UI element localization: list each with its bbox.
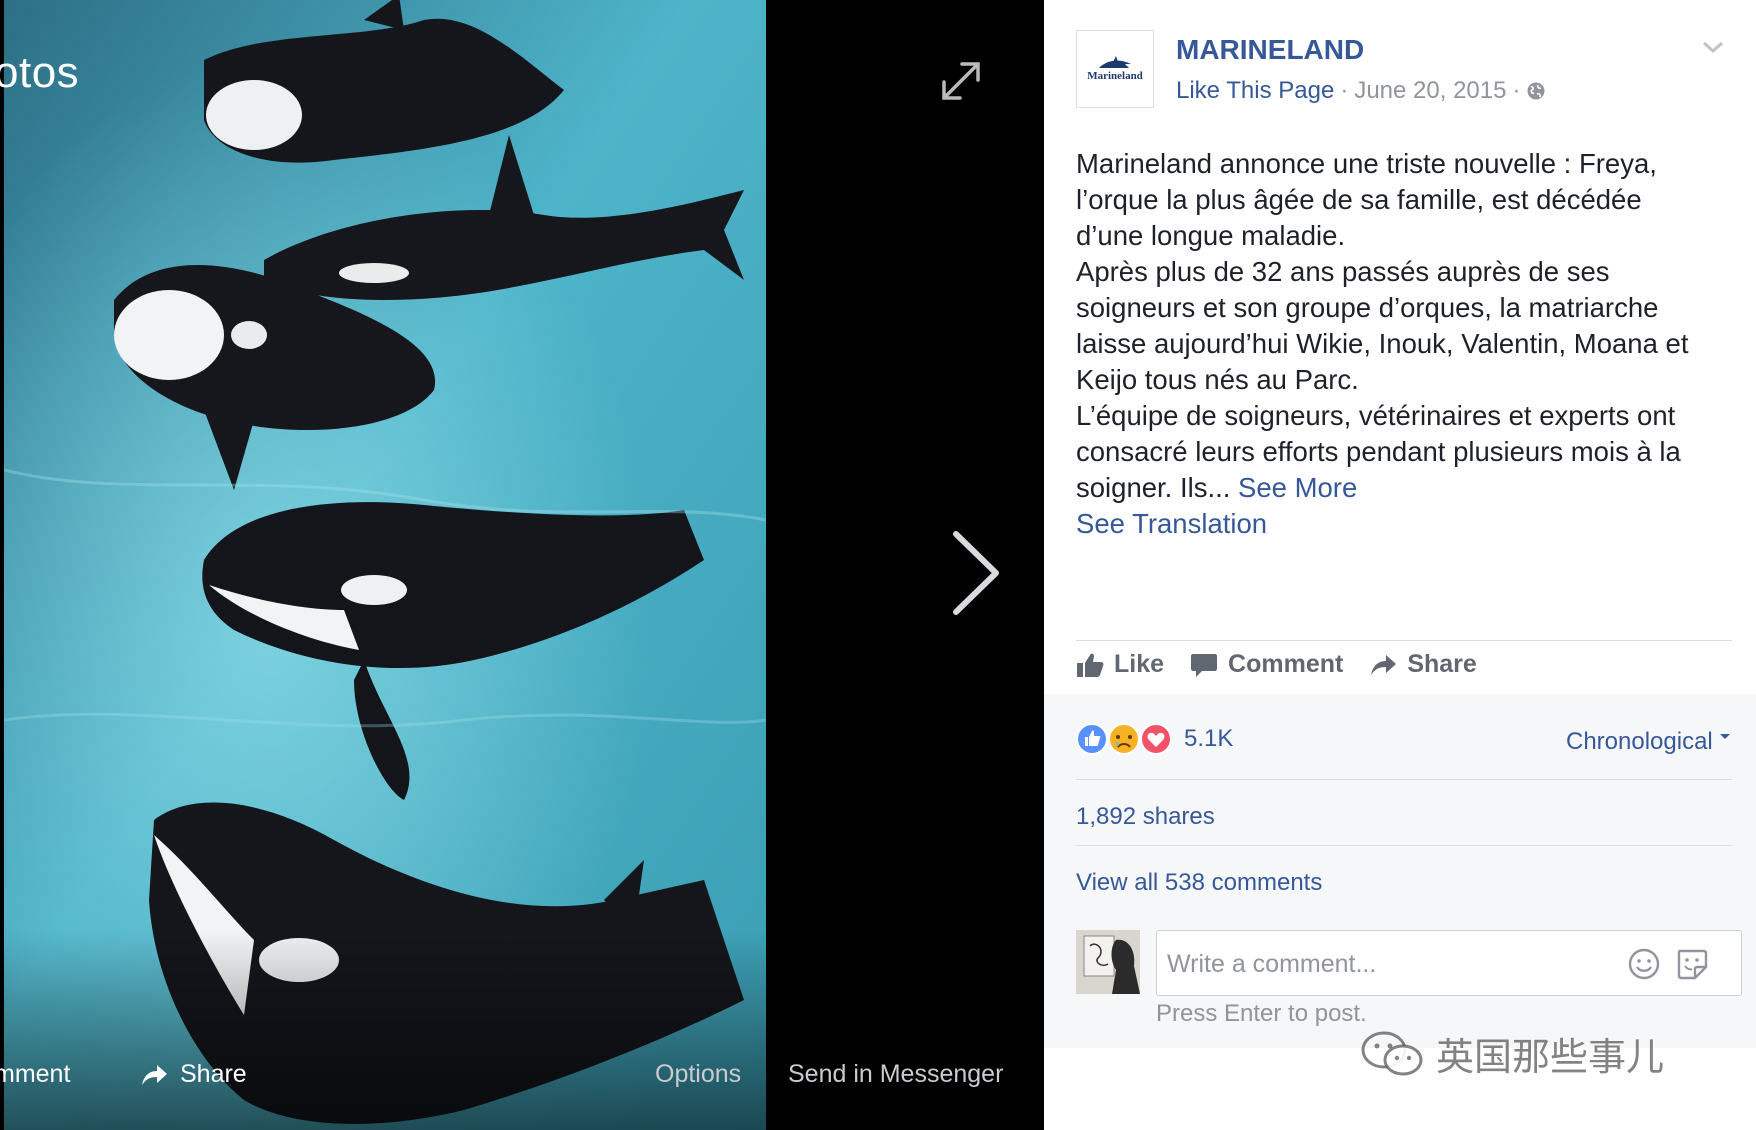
reaction-count[interactable]: 5.1K (1184, 725, 1233, 753)
next-photo-arrow-icon[interactable] (950, 530, 1002, 616)
comment-sort-label: Chronological (1566, 728, 1713, 755)
viewer-share-button[interactable]: Share (140, 1060, 247, 1089)
comment-sort-dropdown[interactable]: Chronological (1566, 728, 1731, 756)
shares-count-link[interactable]: 1,892 shares (1076, 803, 1215, 831)
like-this-page-link[interactable]: Like This Page (1176, 77, 1334, 105)
post-text-line: Keijo tous nés au Parc. (1076, 364, 1359, 395)
viewer-share-label: Share (180, 1060, 247, 1088)
post-text-line: Après plus de 32 ans passés auprès de se… (1076, 256, 1610, 287)
like-label: Like (1114, 650, 1165, 678)
wechat-watermark: 英国那些事儿 (1360, 1026, 1664, 1081)
reaction-icons (1076, 723, 1172, 755)
viewer-title: otos (0, 48, 80, 97)
caret-down-icon (1720, 734, 1731, 739)
shares-divider (1076, 845, 1732, 846)
chevron-down-icon[interactable] (1700, 38, 1726, 56)
page-name[interactable]: MARINELAND (1176, 34, 1364, 66)
comment-box (1156, 930, 1742, 997)
post-date[interactable]: June 20, 2015 (1354, 77, 1506, 105)
meta-separator-2: · (1512, 77, 1521, 104)
share-button[interactable]: Share (1369, 650, 1477, 679)
reactions-summary[interactable]: 5.1K (1076, 722, 1233, 756)
see-translation-link[interactable]: See Translation (1076, 508, 1267, 539)
post-text-line: Marineland annonce une triste nouvelle :… (1076, 148, 1657, 179)
emoji-icon[interactable] (1627, 947, 1661, 981)
viewer-comment-button[interactable]: mment (0, 1060, 70, 1089)
post-text: Marineland annonce une triste nouvelle :… (1076, 146, 1726, 542)
post-text-line: laisse aujourd’hui Wikie, Inouk, Valenti… (1076, 328, 1689, 359)
viewer-options-button[interactable]: Options (655, 1060, 741, 1089)
sticker-icon[interactable] (1675, 947, 1709, 981)
send-in-messenger-button[interactable]: Send in Messenger (788, 1060, 1003, 1089)
post-meta: Like This Page · June 20, 2015 · (1176, 77, 1546, 105)
post-text-line: L’équipe de soigneurs, vétérinaires et e… (1076, 400, 1676, 431)
comment-button[interactable]: Comment (1190, 650, 1343, 679)
actions-top-divider (1076, 640, 1732, 641)
page-avatar[interactable]: Marineland (1076, 30, 1154, 108)
meta-separator: · (1340, 77, 1349, 104)
see-more-link[interactable]: See More (1238, 472, 1357, 503)
view-all-comments-link[interactable]: View all 538 comments (1076, 869, 1322, 897)
share-label: Share (1407, 650, 1477, 678)
wechat-logo-icon (1361, 1031, 1423, 1075)
share-arrow-icon (1371, 654, 1397, 675)
comment-input[interactable] (1165, 931, 1609, 997)
reactions-divider (1076, 779, 1732, 780)
user-avatar[interactable] (1076, 930, 1140, 994)
like-button[interactable]: Like (1076, 650, 1164, 679)
watermark-text: 英国那些事儿 (1436, 1037, 1665, 1079)
photo-viewer: otos mment Share Options Send in Messeng… (0, 0, 1044, 1130)
viewer-bottom-bar (0, 930, 1044, 1130)
post-text-line: consacré leurs efforts pendant plusieurs… (1076, 436, 1681, 467)
page-avatar-label: Marineland (1087, 70, 1143, 82)
post-actions: Like Comment Share (1076, 650, 1503, 679)
comment-bubble-icon (1191, 653, 1218, 677)
post-panel: Marineland MARINELAND Like This Page · J… (1044, 0, 1756, 1130)
press-enter-hint: Press Enter to post. (1156, 1000, 1367, 1027)
post-text-last-line: soigner. Ils... See More (1076, 470, 1726, 506)
thumbs-up-icon (1077, 653, 1104, 677)
marineland-logo-icon (1099, 56, 1131, 68)
globe-icon (1527, 82, 1545, 100)
post-text-line: soigner. Ils... (1076, 472, 1231, 503)
expand-icon[interactable] (938, 58, 984, 104)
post-text-line: soigneurs et son groupe d’orques, la mat… (1076, 292, 1659, 323)
post-text-line: d’une longue maladie. (1076, 220, 1346, 251)
comment-label: Comment (1228, 650, 1344, 678)
user-avatar-image (1076, 930, 1140, 994)
post-text-line: l’orque la plus âgée de sa famille, est … (1076, 184, 1642, 215)
share-arrow-icon (142, 1064, 167, 1085)
